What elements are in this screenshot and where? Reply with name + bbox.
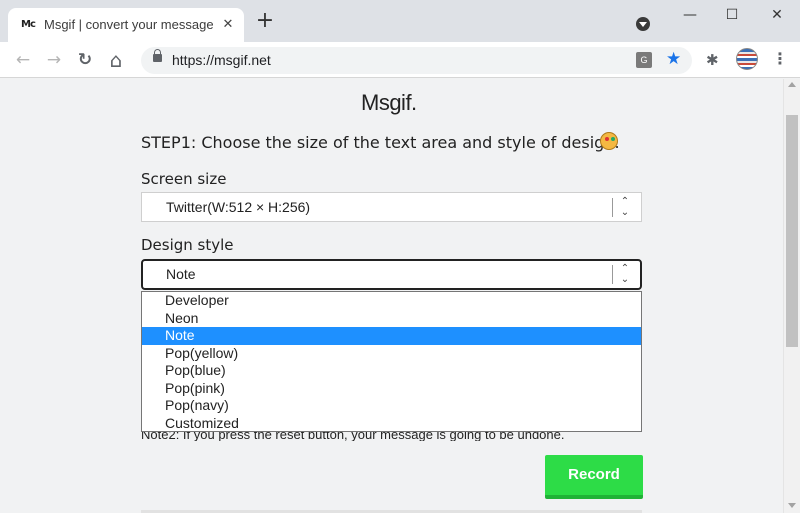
translate-icon[interactable]: G xyxy=(636,52,652,68)
record-button[interactable]: Record xyxy=(545,455,643,499)
design-style-option[interactable]: Customized xyxy=(142,415,641,433)
design-style-option[interactable]: Developer xyxy=(142,292,641,310)
design-style-option[interactable]: Pop(blue) xyxy=(142,362,641,380)
url-text[interactable]: https://msgif.net xyxy=(172,52,271,68)
select-arrows-icon: ⌃ ⌄ xyxy=(620,196,630,218)
page-scrollbar[interactable] xyxy=(783,79,800,513)
design-style-select[interactable]: Note ⌃ ⌄ xyxy=(141,259,642,290)
design-style-dropdown[interactable]: Developer Neon Note Pop(yellow) Pop(blue) Pop… xyxy=(141,291,642,432)
design-style-option[interactable]: Pop(navy) xyxy=(142,397,641,415)
design-style-option[interactable]: Pop(yellow) xyxy=(142,345,641,363)
profile-avatar[interactable] xyxy=(736,48,758,70)
tab-close-icon[interactable]: ✕ xyxy=(220,16,236,32)
address-bar[interactable]: https://msgif.net G ★ xyxy=(141,47,692,74)
design-style-option[interactable]: Note xyxy=(142,327,641,345)
step1-title: STEP1: Choose the size of the text area … xyxy=(141,133,620,152)
forward-icon[interactable]: → xyxy=(43,49,65,71)
scroll-thumb[interactable] xyxy=(786,115,798,347)
select-divider xyxy=(612,198,613,217)
home-icon[interactable]: ⌂ xyxy=(105,49,127,71)
page-content: Msgif. STEP1: Choose the size of the tex… xyxy=(0,79,783,513)
design-style-option[interactable]: Neon xyxy=(142,310,641,328)
tab-search-icon[interactable] xyxy=(636,17,650,31)
select-arrows-icon: ⌃ ⌄ xyxy=(620,263,630,285)
bookmark-star-icon[interactable]: ★ xyxy=(666,49,681,69)
tab-title: Msgif | convert your message i xyxy=(44,17,216,32)
msgif-favicon-icon: Mc xyxy=(21,19,36,30)
back-icon[interactable]: ← xyxy=(12,49,34,71)
design-style-label: Design style xyxy=(141,236,234,254)
extensions-icon[interactable]: ✱ xyxy=(706,51,719,69)
screen-size-label: Screen size xyxy=(141,170,227,188)
note2-text: Note2: If you press the reset button, yo… xyxy=(141,432,565,441)
tab-strip: Mc Msgif | convert your message i ✕ + — … xyxy=(0,0,800,42)
minimize-icon[interactable]: — xyxy=(675,5,705,25)
scroll-up-icon[interactable] xyxy=(788,82,796,87)
menu-icon[interactable]: ⋮ xyxy=(772,49,788,68)
maximize-icon[interactable]: ☐ xyxy=(717,5,747,25)
new-tab-icon[interactable]: + xyxy=(255,10,275,32)
screen-size-value: Twitter(W:512 × H:256) xyxy=(166,199,311,215)
reload-icon[interactable]: ↻ xyxy=(74,49,96,71)
window-close-icon[interactable]: ✕ xyxy=(762,5,792,25)
scroll-down-icon[interactable] xyxy=(788,503,796,508)
site-logo[interactable]: Msgif. xyxy=(361,90,417,116)
design-style-option[interactable]: Pop(pink) xyxy=(142,380,641,398)
screen-size-select[interactable]: Twitter(W:512 × H:256) ⌃ ⌄ xyxy=(141,192,642,222)
lock-icon[interactable] xyxy=(153,49,162,62)
design-style-value: Note xyxy=(166,266,196,282)
browser-tab[interactable]: Mc Msgif | convert your message i ✕ xyxy=(8,8,244,42)
select-divider xyxy=(612,265,613,284)
browser-toolbar: ← → ↻ ⌂ https://msgif.net G ★ ✱ ⋮ xyxy=(0,42,800,78)
palette-emoji-icon xyxy=(600,132,618,150)
